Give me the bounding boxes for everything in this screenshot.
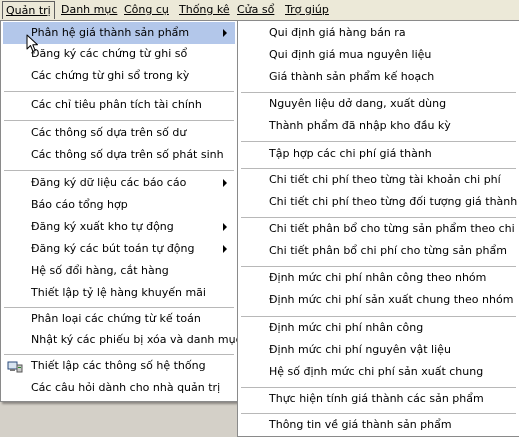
menu-tro-giup[interactable]: Trợ giúp	[285, 3, 329, 17]
menu-thong-ke[interactable]: Thống kê	[179, 3, 230, 17]
submenu-arrow-icon	[223, 245, 227, 253]
menu-item-ty-le-khuyen-mai[interactable]: Thiết lập tỷ lệ hàng khuyến mãi	[3, 282, 235, 304]
submenu-item-gia-thanh-ke-hoach[interactable]: Giá thành sản phẩm kế hoạch	[240, 66, 517, 88]
menu-item-thiet-lap-thong-so[interactable]: Thiết lập các thông số hệ thống	[3, 355, 235, 377]
menu-item-cau-hoi-quan-tri[interactable]: Các câu hỏi dành cho nhà quản trị	[3, 377, 235, 399]
submenu-item-dinh-muc-sx-chung-nhom[interactable]: Định mức chi phí sản xuất chung theo nhó…	[240, 289, 517, 311]
menu-item-phan-loai-chung-tu[interactable]: Phân loại các chứng từ kế toán	[3, 308, 235, 330]
menu-item-he-so-doi-hang[interactable]: Hệ số đổi hàng, cắt hàng	[3, 260, 235, 282]
menu-item-thong-so-so-du[interactable]: Các thông số dựa trên số dư	[3, 122, 235, 144]
submenu-item-gia-mua[interactable]: Qui định giá mua nguyên liệu	[240, 44, 517, 66]
submenu-item-nguyen-lieu-do-dang[interactable]: Nguyên liệu dở dang, xuất dùng	[240, 93, 517, 115]
menu-quan-tri[interactable]: Quản trị	[2, 1, 55, 19]
submenu-item-gia-ban[interactable]: Qui định giá hàng bán ra	[240, 22, 517, 44]
menu-item-nhat-ky-phieu-xoa[interactable]: Nhật ký các phiếu bị xóa và danh mục	[3, 329, 242, 351]
dropdown-quan-tri: Phân hệ giá thành sản phẩm Đăng ký các c…	[0, 20, 242, 402]
menu-cua-so[interactable]: Cửa sổ	[237, 3, 274, 17]
menu-item-dang-ky-xuat-kho[interactable]: Đăng ký xuất kho tự động	[3, 216, 235, 238]
menu-danh-muc[interactable]: Danh mục	[61, 3, 117, 17]
menu-item-chi-tieu-phan-tich[interactable]: Các chỉ tiêu phân tích tài chính	[3, 94, 235, 116]
submenu-item-phan-bo-theo-chi-phi[interactable]: Chi tiết phân bổ cho từng sản phẩm theo …	[240, 218, 519, 240]
submenu-phan-he-gia-thanh: Qui định giá hàng bán ra Qui định giá mu…	[237, 20, 519, 437]
menu-separator	[241, 141, 516, 142]
system-settings-icon	[7, 361, 23, 373]
submenu-item-tinh-gia-thanh[interactable]: Thực hiện tính giá thành các sản phẩm	[240, 388, 517, 410]
submenu-item-phan-bo-cho-san-pham[interactable]: Chi tiết phân bổ chi phí cho từng sản ph…	[240, 240, 517, 262]
submenu-arrow-icon	[223, 179, 227, 187]
mouse-cursor-icon	[26, 34, 38, 52]
submenu-item-thong-tin-gia-thanh[interactable]: Thông tin về giá thành sản phẩm	[240, 414, 517, 436]
menu-separator	[4, 170, 234, 171]
submenu-item-tap-hop-chi-phi[interactable]: Tập hợp các chi phí giá thành	[240, 143, 517, 165]
submenu-item-dinh-muc-nhan-cong[interactable]: Định mức chi phí nhân công	[240, 317, 517, 339]
menu-item-chung-tu-ghi-so-trong-ky[interactable]: Các chứng từ ghi sổ trong kỳ	[3, 65, 235, 87]
submenu-item-chi-tiet-theo-tai-khoan[interactable]: Chi tiết chi phí theo từng tài khoản chi…	[240, 169, 517, 191]
submenu-item-chi-tiet-theo-doi-tuong[interactable]: Chi tiết chi phí theo từng đối tượng giá…	[240, 191, 517, 213]
menu-item-bao-cao-tong-hop[interactable]: Báo cáo tổng hợp	[3, 194, 235, 216]
submenu-arrow-icon	[223, 29, 227, 37]
menu-item-dang-ky-du-lieu-bao-cao[interactable]: Đăng ký dữ liệu các báo cáo	[3, 172, 235, 194]
menu-separator	[4, 91, 234, 92]
menu-item-dang-ky-but-toan[interactable]: Đăng ký các bút toán tự động	[3, 238, 235, 260]
menu-bar: Quản trị Danh mục Công cụ Thống kê Cửa s…	[0, 0, 519, 21]
menu-item-thong-so-so-phat-sinh[interactable]: Các thông số dựa trên số phát sinh	[3, 144, 235, 166]
submenu-item-dinh-muc-nguyen-vat-lieu[interactable]: Định mức chi phí nguyên vật liệu	[240, 339, 517, 361]
submenu-item-thanh-pham-dau-ky[interactable]: Thành phẩm đã nhập kho đầu kỳ	[240, 115, 517, 137]
submenu-arrow-icon	[223, 223, 227, 231]
submenu-item-dinh-muc-nhan-cong-nhom[interactable]: Định mức chi phí nhân công theo nhóm	[240, 267, 517, 289]
submenu-item-he-so-sx-chung[interactable]: Hệ số định mức chi phí sản xuất chung	[240, 361, 517, 383]
menu-cong-cu[interactable]: Công cụ	[124, 3, 169, 17]
menu-separator	[4, 120, 234, 121]
